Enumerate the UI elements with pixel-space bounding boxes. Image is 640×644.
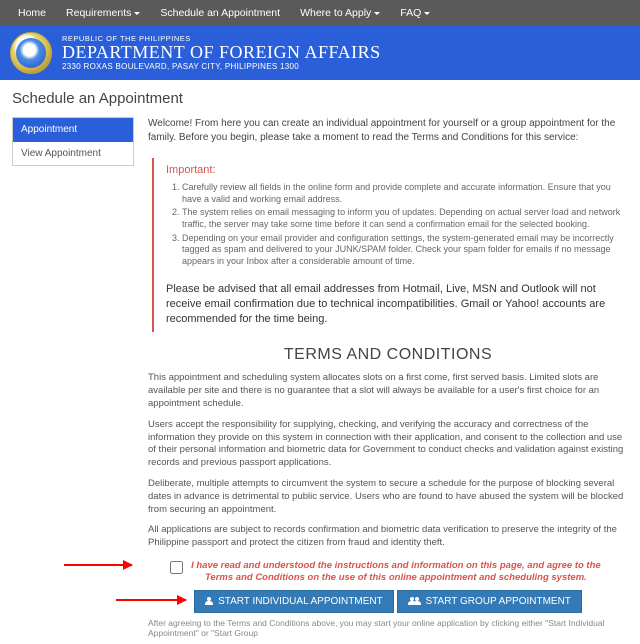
button-label: START GROUP APPOINTMENT xyxy=(426,596,571,607)
nav-requirements[interactable]: Requirements xyxy=(56,7,150,19)
nav-faq[interactable]: FAQ xyxy=(390,7,440,19)
annotation-arrow xyxy=(116,599,186,601)
nav-where[interactable]: Where to Apply xyxy=(290,7,390,19)
sidebar-tab-view[interactable]: View Appointment xyxy=(13,142,133,165)
nav-schedule-label: Schedule an Appointment xyxy=(160,7,280,19)
sidebar-tab-label: Appointment xyxy=(21,124,77,135)
terms-paragraph: Users accept the responsibility for supp… xyxy=(148,419,628,470)
nav-home[interactable]: Home xyxy=(8,7,56,19)
caret-icon xyxy=(424,12,430,15)
important-item: Carefully review all fields in the onlin… xyxy=(182,182,624,205)
nav-requirements-label: Requirements xyxy=(66,7,131,19)
nav-where-label: Where to Apply xyxy=(300,7,371,19)
button-row: START INDIVIDUAL APPOINTMENT START GROUP… xyxy=(148,590,628,613)
sidebar: Appointment View Appointment xyxy=(12,117,134,638)
button-label: START INDIVIDUAL APPOINTMENT xyxy=(218,596,383,607)
footer-hint: After agreeing to the Terms and Conditio… xyxy=(148,618,628,638)
caret-icon xyxy=(374,12,380,15)
important-item: Depending on your email provider and con… xyxy=(182,233,624,268)
terms-paragraph: All applications are subject to records … xyxy=(148,524,628,550)
terms-heading: TERMS AND CONDITIONS xyxy=(148,346,628,364)
start-individual-button[interactable]: START INDIVIDUAL APPOINTMENT xyxy=(194,590,394,613)
banner-address: 2330 ROXAS BOULEVARD, PASAY CITY, PHILIP… xyxy=(62,62,381,71)
terms-paragraph: This appointment and scheduling system a… xyxy=(148,372,628,410)
agree-label: I have read and understood the instructi… xyxy=(186,560,606,584)
important-heading: Important: xyxy=(166,164,624,176)
welcome-text: Welcome! From here you can create an ind… xyxy=(148,117,628,144)
banner-text: REPUBLIC OF THE PHILIPPINES DEPARTMENT O… xyxy=(62,35,381,72)
sidebar-tab-label: View Appointment xyxy=(21,148,101,159)
important-item: The system relies on email messaging to … xyxy=(182,207,624,230)
nav-home-label: Home xyxy=(18,7,46,19)
seal-icon xyxy=(10,32,52,74)
nav-faq-label: FAQ xyxy=(400,7,421,19)
caret-icon xyxy=(134,12,140,15)
advisory-text: Please be advised that all email address… xyxy=(166,282,624,327)
important-box: Important: Carefully review all fields i… xyxy=(152,158,624,332)
banner: REPUBLIC OF THE PHILIPPINES DEPARTMENT O… xyxy=(0,26,640,80)
group-icon xyxy=(408,597,421,605)
annotation-arrow xyxy=(64,564,132,566)
banner-title: DEPARTMENT OF FOREIGN AFFAIRS xyxy=(62,43,381,62)
person-icon xyxy=(205,597,213,605)
top-nav: Home Requirements Schedule an Appointmen… xyxy=(0,0,640,26)
page-title: Schedule an Appointment xyxy=(12,90,628,107)
agree-checkbox[interactable] xyxy=(170,561,183,574)
terms-paragraph: Deliberate, multiple attempts to circumv… xyxy=(148,478,628,516)
content: Schedule an Appointment Appointment View… xyxy=(0,80,640,644)
sidebar-tab-appointment[interactable]: Appointment xyxy=(13,118,133,142)
start-group-button[interactable]: START GROUP APPOINTMENT xyxy=(397,590,582,613)
main-panel: Welcome! From here you can create an ind… xyxy=(148,117,628,638)
nav-schedule[interactable]: Schedule an Appointment xyxy=(150,7,290,19)
agree-row: I have read and understood the instructi… xyxy=(148,560,628,584)
